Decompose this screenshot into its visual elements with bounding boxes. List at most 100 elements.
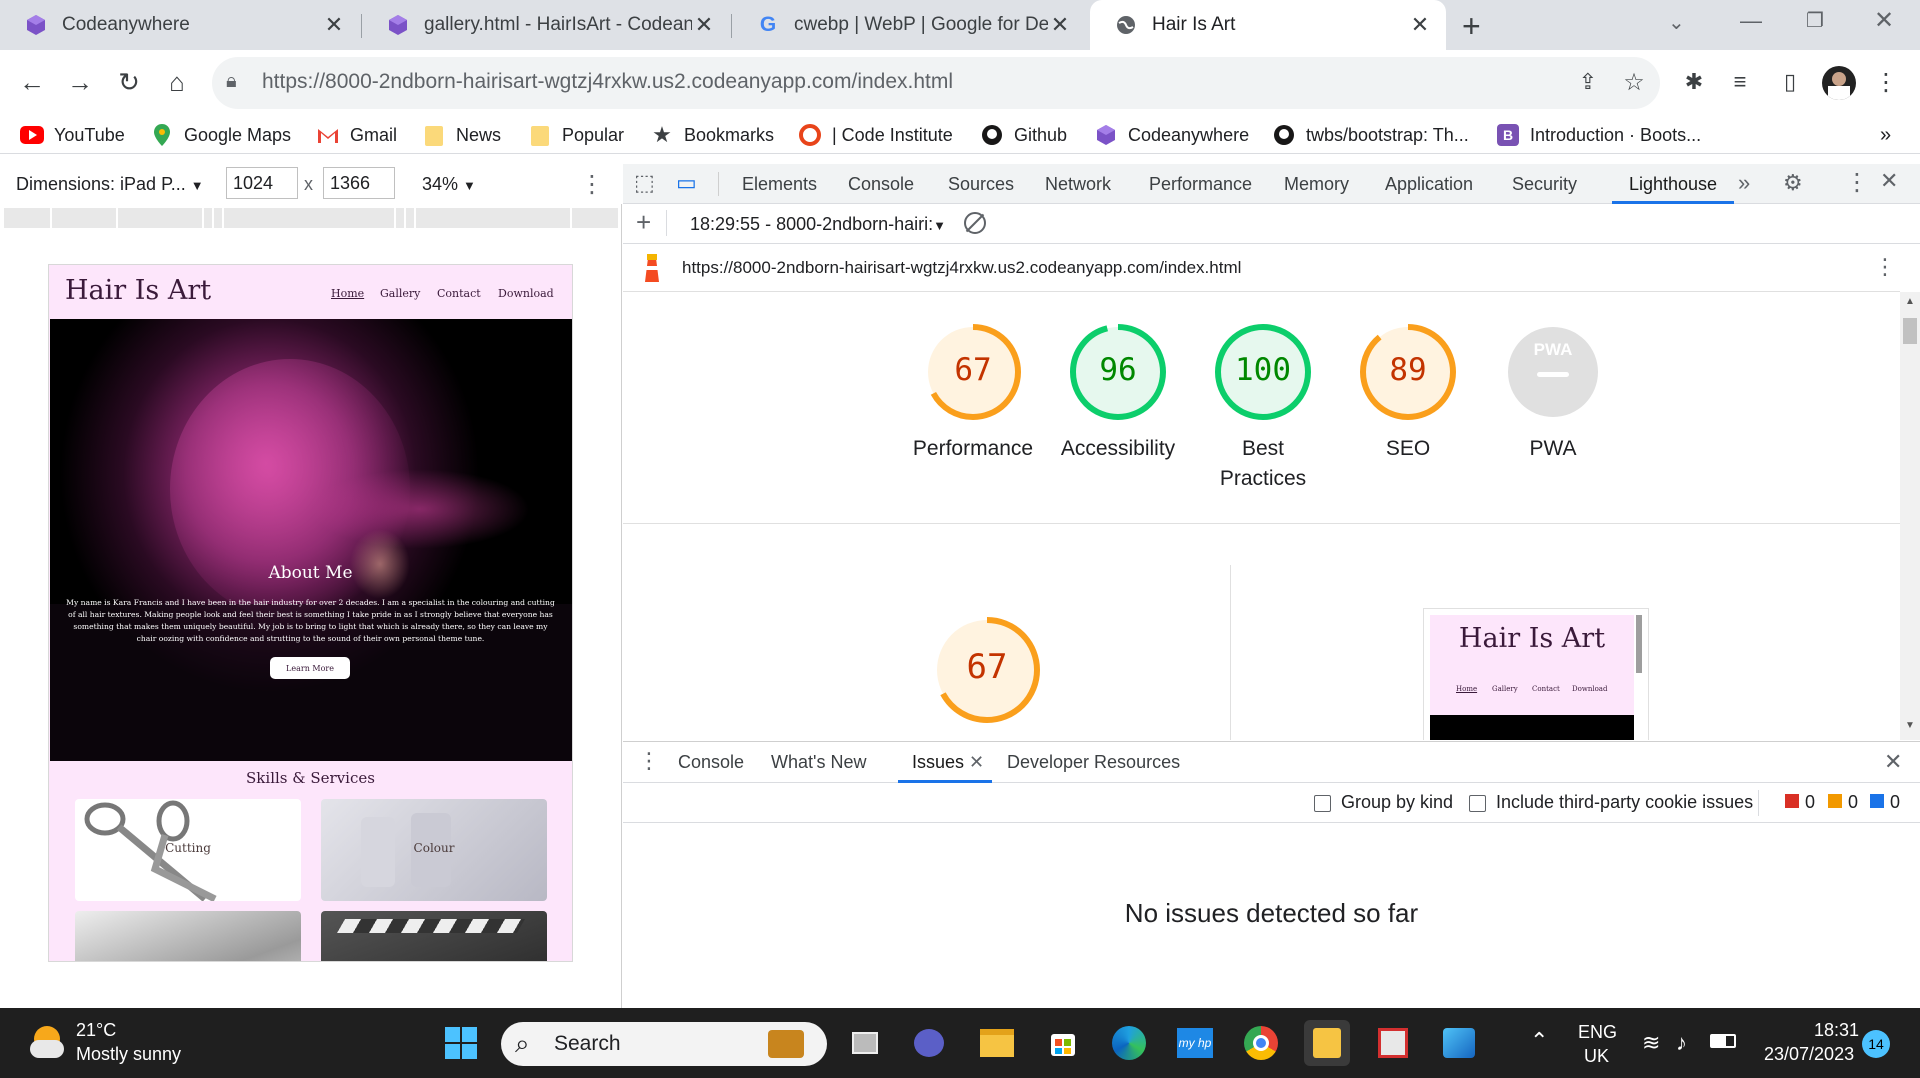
media-icon[interactable]: ≡: [1722, 64, 1758, 100]
chrome-icon[interactable]: [1238, 1020, 1284, 1066]
zoom-select[interactable]: 34% ▼: [422, 174, 476, 195]
extensions-icon[interactable]: ✱: [1676, 64, 1712, 100]
device-width-input[interactable]: 1024: [226, 167, 298, 199]
site-preview[interactable]: Hair Is Art Home Gallery Contact Downloa…: [48, 264, 573, 962]
bookmark-bootstrap-intro[interactable]: B Introduction · Boots...: [1496, 122, 1701, 148]
weather-sun-icon[interactable]: [30, 1026, 66, 1062]
teams-chat-icon[interactable]: [906, 1020, 952, 1066]
edge-icon[interactable]: [1106, 1020, 1152, 1066]
report-scrollbar[interactable]: ▲ ▼: [1900, 292, 1920, 740]
browser-tab-cwebp[interactable]: G cwebp | WebP | Google for De ✕: [732, 0, 1086, 50]
service-card-styling[interactable]: [75, 911, 301, 961]
side-panel-icon[interactable]: ▯: [1772, 64, 1808, 100]
report-selector[interactable]: 18:29:55 - 8000-2ndborn-hairi:▼: [690, 214, 946, 235]
device-height-input[interactable]: 1366: [323, 167, 395, 199]
third-party-cookie-checkbox[interactable]: Include third-party cookie issues: [1469, 792, 1753, 813]
window-close-icon[interactable]: ✕: [1874, 6, 1894, 35]
weather-temp[interactable]: 21°C: [76, 1020, 116, 1041]
weather-desc[interactable]: Mostly sunny: [76, 1044, 181, 1065]
drawer-tab-console[interactable]: Console: [678, 741, 744, 783]
devtools-menu-icon[interactable]: ⋮: [1845, 168, 1869, 197]
warning-issue-count[interactable]: 0: [1828, 792, 1858, 813]
site-nav-gallery[interactable]: Gallery: [380, 287, 420, 300]
service-card-cutting[interactable]: Cutting: [75, 799, 301, 901]
reload-icon[interactable]: ↻: [111, 64, 147, 100]
bookmark-news[interactable]: News: [422, 122, 501, 148]
checkbox[interactable]: [1469, 794, 1486, 812]
tab-lighthouse[interactable]: Lighthouse: [1612, 164, 1734, 204]
back-icon[interactable]: ←: [14, 64, 50, 100]
wifi-icon[interactable]: ≋: [1642, 1030, 1660, 1056]
report-url[interactable]: https://8000-2ndborn-hairisart-wgtzj4rxk…: [682, 258, 1241, 278]
bookmark-popular[interactable]: Popular: [528, 122, 624, 148]
menu-kebab-icon[interactable]: ⋮: [1868, 64, 1904, 100]
tab-performance[interactable]: Performance: [1149, 164, 1252, 204]
battery-icon[interactable]: [1710, 1034, 1736, 1048]
page-screenshot-thumbnail[interactable]: Hair Is Art Home Gallery Contact Downloa…: [1423, 608, 1649, 740]
device-options-icon[interactable]: ⋮: [580, 170, 604, 199]
clock-time[interactable]: 18:31: [1814, 1020, 1859, 1041]
tab-application[interactable]: Application: [1385, 164, 1473, 204]
close-icon[interactable]: ✕: [1048, 12, 1072, 38]
clear-icon[interactable]: [964, 212, 986, 234]
new-tab-button[interactable]: +: [1462, 8, 1481, 45]
score-gauge-best-practices[interactable]: 100: [1213, 322, 1313, 422]
scroll-thumb[interactable]: [1903, 318, 1917, 344]
bookmark-youtube[interactable]: YouTube: [20, 122, 125, 148]
volume-icon[interactable]: ♪: [1676, 1030, 1687, 1056]
tab-memory[interactable]: Memory: [1284, 164, 1349, 204]
info-issue-count[interactable]: 0: [1870, 792, 1900, 813]
bookmark-bookmarks[interactable]: ★ Bookmarks: [650, 122, 774, 148]
new-report-button[interactable]: +: [636, 207, 651, 238]
file-explorer-icon[interactable]: [974, 1020, 1020, 1066]
device-dimensions-select[interactable]: Dimensions: iPad P... ▼: [16, 174, 204, 195]
learn-more-button[interactable]: Learn More: [270, 657, 350, 679]
score-gauge-performance[interactable]: 67: [923, 322, 1023, 422]
tab-network[interactable]: Network: [1045, 164, 1111, 204]
myhp-icon[interactable]: my hp: [1172, 1020, 1218, 1066]
close-drawer-icon[interactable]: ✕: [1884, 749, 1902, 775]
site-nav-download[interactable]: Download: [498, 287, 554, 300]
close-icon[interactable]: ✕: [969, 752, 984, 772]
site-nav-home[interactable]: Home: [331, 287, 364, 300]
bookmark-bootstrap-github[interactable]: twbs/bootstrap: Th...: [1272, 122, 1469, 148]
error-issue-count[interactable]: 0: [1785, 792, 1815, 813]
browser-tab-gallery[interactable]: gallery.html - HairIsArt - Codeany ✕: [362, 0, 730, 50]
minimize-icon[interactable]: —: [1740, 8, 1762, 34]
lock-icon[interactable]: 🔒︎: [226, 70, 237, 93]
bookmark-star-icon[interactable]: ☆: [1616, 64, 1652, 100]
notification-badge[interactable]: 14: [1862, 1030, 1890, 1058]
browser-tab-codeanywhere[interactable]: Codeanywhere ✕: [0, 0, 360, 50]
score-gauge-seo[interactable]: 89: [1358, 322, 1458, 422]
scroll-up-icon[interactable]: ▲: [1905, 296, 1915, 307]
home-icon[interactable]: ⌂: [159, 64, 195, 100]
language-top[interactable]: ENG: [1578, 1022, 1617, 1043]
close-icon[interactable]: ✕: [1408, 12, 1432, 38]
drawer-tab-developer-resources[interactable]: Developer Resources: [1007, 741, 1180, 783]
url-text[interactable]: https://8000-2ndborn-hairisart-wgtzj4rxk…: [262, 70, 953, 94]
close-icon[interactable]: ✕: [692, 12, 716, 38]
avatar[interactable]: [1822, 66, 1856, 100]
share-icon[interactable]: ⇪: [1570, 64, 1606, 100]
restore-icon[interactable]: ❐: [1806, 8, 1824, 33]
start-icon[interactable]: [438, 1020, 484, 1066]
more-bookmarks-button[interactable]: »: [1880, 122, 1891, 148]
report-menu-icon[interactable]: ⋮: [1874, 254, 1896, 280]
bookmark-code-institute[interactable]: | Code Institute: [798, 122, 953, 148]
microsoft-store-icon[interactable]: [1040, 1020, 1086, 1066]
bookmark-codeanywhere[interactable]: Codeanywhere: [1094, 122, 1249, 148]
site-title[interactable]: Hair Is Art: [65, 275, 211, 306]
inspect-element-icon[interactable]: ⬚: [634, 170, 655, 196]
service-card-colour[interactable]: Colour: [321, 799, 547, 901]
bookmark-gmail[interactable]: Gmail: [316, 122, 397, 148]
task-view-icon[interactable]: [842, 1020, 888, 1066]
browser-tab-hair-is-art[interactable]: Hair Is Art ✕: [1090, 0, 1446, 50]
tab-security[interactable]: Security: [1512, 164, 1577, 204]
bookmark-github[interactable]: Github: [980, 122, 1067, 148]
vpn-tool-icon[interactable]: [1370, 1020, 1416, 1066]
more-tabs-icon[interactable]: »: [1738, 170, 1750, 196]
drawer-tab-whats-new[interactable]: What's New: [771, 741, 866, 783]
score-gauge-pwa[interactable]: PWA: [1503, 322, 1603, 422]
media-query-ruler[interactable]: [4, 208, 618, 228]
tab-search-icon[interactable]: ⌄: [1668, 10, 1685, 35]
